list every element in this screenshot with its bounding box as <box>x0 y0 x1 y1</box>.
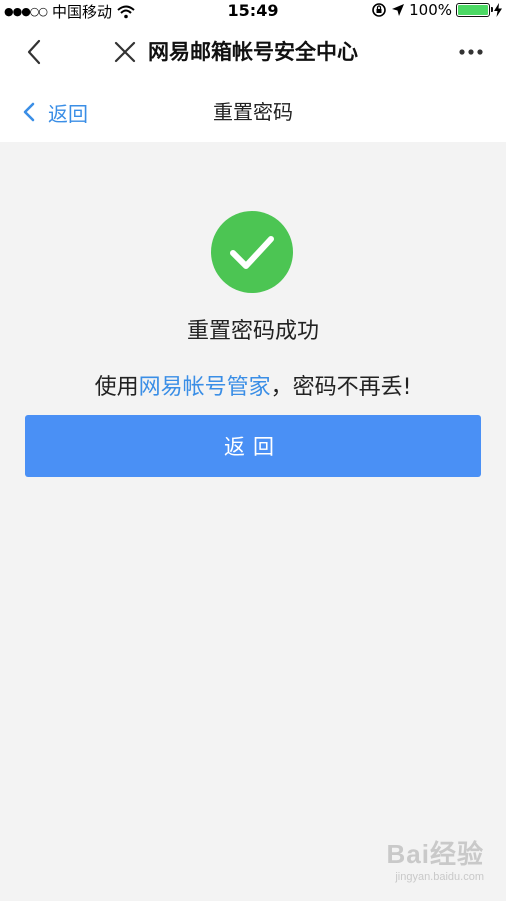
sub-back-label: 返回 <box>48 101 88 126</box>
more-options-icon[interactable] <box>456 37 486 67</box>
status-bar: ●●●○○ 中国移动 15:49 100% <box>0 0 506 22</box>
watermark-url: jingyan.baidu.com <box>395 871 484 883</box>
battery-percent: 100% <box>409 1 452 19</box>
success-title: 重置密码成功 <box>186 319 319 344</box>
success-check-icon <box>211 211 293 293</box>
sub-header: 重置密码 返回 <box>0 82 506 142</box>
battery-icon <box>456 3 493 17</box>
watermark: Bai经验 jingyan.baidu.com <box>387 834 484 883</box>
account-manager-link[interactable]: 网易帐号管家 <box>139 375 271 400</box>
status-right: 100% <box>371 1 502 19</box>
battery-fill <box>458 5 488 15</box>
promo-prefix: 使用 <box>94 375 139 400</box>
watermark-brand: Bai经验 <box>386 839 484 869</box>
sub-back-link[interactable]: 返回 <box>22 82 88 142</box>
orientation-lock-icon <box>372 3 386 17</box>
nav-bar: 网易邮箱帐号安全中心 <box>0 22 506 82</box>
location-arrow-icon <box>392 4 405 16</box>
back-arrow-icon[interactable] <box>20 37 50 67</box>
promo-suffix: ，密码不再丢! <box>270 375 412 400</box>
chevron-left-icon <box>23 102 35 122</box>
promo-text: 使用网易帐号管家，密码不再丢! <box>0 369 506 401</box>
return-button[interactable]: 返回 <box>25 415 481 477</box>
charging-bolt-icon <box>494 3 502 17</box>
page-title: 网易邮箱帐号安全中心 <box>148 40 358 64</box>
